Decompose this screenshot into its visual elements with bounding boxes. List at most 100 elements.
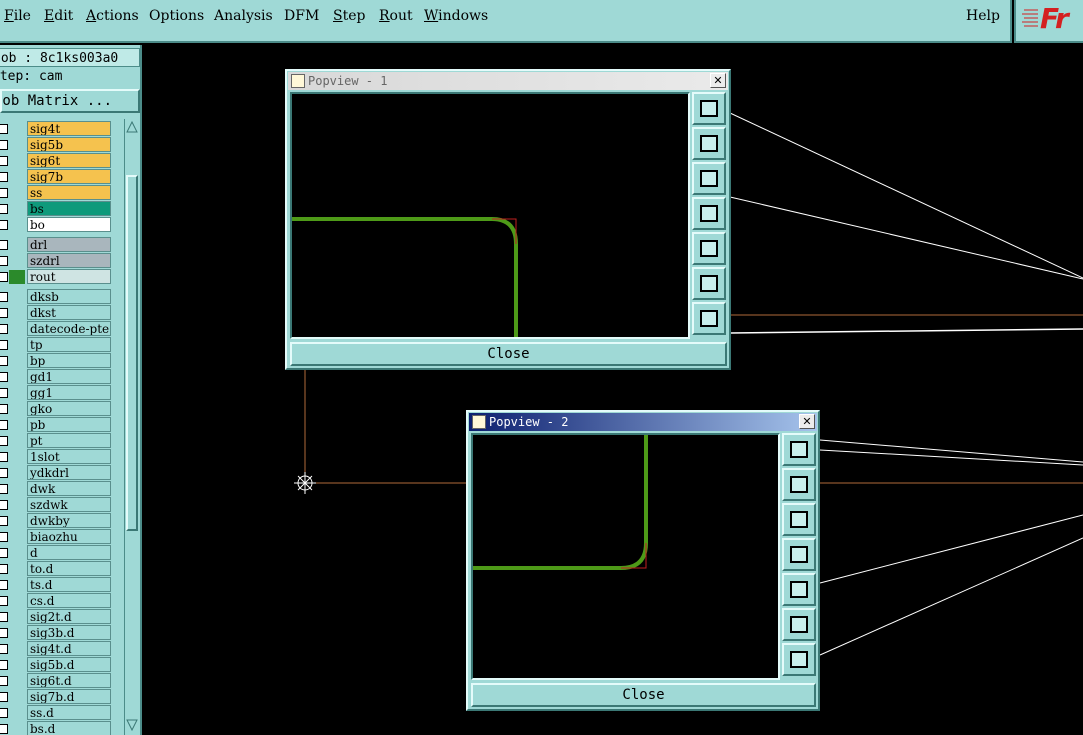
- layer-row[interactable]: sig6t.d: [0, 673, 112, 689]
- layer-row[interactable]: cs.d: [0, 593, 112, 609]
- layer-checkbox[interactable]: [0, 548, 8, 558]
- layer-row[interactable]: gko: [0, 401, 112, 417]
- popview-1-window[interactable]: Popview - 1 ✕ Close: [285, 69, 731, 370]
- zoom-window-button[interactable]: [692, 92, 726, 125]
- layer-checkbox[interactable]: [0, 532, 8, 542]
- layer-checkbox[interactable]: [0, 580, 8, 590]
- pan-right-button[interactable]: [692, 232, 726, 265]
- layer-row[interactable]: tp: [0, 337, 112, 353]
- layer-row[interactable]: biaozhu: [0, 529, 112, 545]
- layer-row[interactable]: dwkby: [0, 513, 112, 529]
- layer-name[interactable]: szdrl: [27, 253, 111, 268]
- layer-row[interactable]: sig5b: [0, 137, 112, 153]
- close-icon[interactable]: ✕: [799, 414, 815, 429]
- layer-checkbox[interactable]: [0, 644, 8, 654]
- layer-checkbox[interactable]: [0, 564, 8, 574]
- layer-name[interactable]: sig6t.d: [27, 673, 111, 688]
- layer-checkbox[interactable]: [0, 172, 8, 182]
- layer-row[interactable]: sig6t: [0, 153, 112, 169]
- menu-step[interactable]: Step: [333, 8, 365, 24]
- layer-row[interactable]: sig7b.d: [0, 689, 112, 705]
- layer-checkbox[interactable]: [0, 708, 8, 718]
- layer-name[interactable]: dkst: [27, 305, 111, 320]
- zoom-in-button[interactable]: [692, 302, 726, 335]
- layer-name[interactable]: bp: [27, 353, 111, 368]
- layer-checkbox[interactable]: [0, 436, 8, 446]
- layer-name[interactable]: cs.d: [27, 593, 111, 608]
- menu-edit[interactable]: Edit: [44, 8, 73, 24]
- scrollbar-thumb[interactable]: [126, 175, 138, 531]
- layer-checkbox[interactable]: [0, 308, 8, 318]
- menu-file[interactable]: File: [4, 8, 31, 24]
- layer-row[interactable]: sig3b.d: [0, 625, 112, 641]
- layer-row[interactable]: ydkdrl: [0, 465, 112, 481]
- zoom-window-button[interactable]: [782, 433, 816, 466]
- layer-checkbox[interactable]: [0, 340, 8, 350]
- popview-1-close-button[interactable]: Close: [290, 342, 727, 366]
- scroll-up-arrow-icon[interactable]: [126, 121, 138, 133]
- layer-checkbox[interactable]: [0, 612, 8, 622]
- layer-name[interactable]: sig5b.d: [27, 657, 111, 672]
- layer-name[interactable]: bs.d: [27, 721, 111, 735]
- layer-row[interactable]: bs.d: [0, 721, 112, 735]
- layer-name[interactable]: drl: [27, 237, 111, 252]
- layer-checkbox[interactable]: [0, 452, 8, 462]
- layer-name[interactable]: sig2t.d: [27, 609, 111, 624]
- menu-actions[interactable]: Actions: [86, 8, 139, 24]
- layer-name[interactable]: sig4t: [27, 121, 111, 136]
- popview-2-close-button[interactable]: Close: [471, 683, 816, 707]
- layer-row[interactable]: datecode-pte: [0, 321, 112, 337]
- layer-name[interactable]: datecode-pte: [27, 321, 111, 336]
- layer-name[interactable]: sig5b: [27, 137, 111, 152]
- layer-name[interactable]: szdwk: [27, 497, 111, 512]
- layer-name[interactable]: bo: [27, 217, 111, 232]
- popview-2-titlebar[interactable]: Popview - 2 ✕: [469, 413, 817, 431]
- layer-name[interactable]: sig7b.d: [27, 689, 111, 704]
- layer-name[interactable]: sig4t.d: [27, 641, 111, 656]
- layer-row[interactable]: drl: [0, 237, 112, 253]
- layer-checkbox[interactable]: [0, 372, 8, 382]
- pan-up-button[interactable]: [782, 468, 816, 501]
- layer-row[interactable]: sig2t.d: [0, 609, 112, 625]
- layer-checkbox[interactable]: [0, 220, 8, 230]
- zoom-out-button[interactable]: [782, 608, 816, 641]
- pan-left-button[interactable]: [692, 197, 726, 230]
- layer-checkbox[interactable]: [0, 156, 8, 166]
- menu-help[interactable]: Help: [966, 8, 1000, 24]
- layer-row[interactable]: pt: [0, 433, 112, 449]
- layer-row[interactable]: sig4t: [0, 121, 112, 137]
- layer-name[interactable]: sig3b.d: [27, 625, 111, 640]
- layer-row[interactable]: szdwk: [0, 497, 112, 513]
- layer-row[interactable]: szdrl: [0, 253, 112, 269]
- pan-up-button[interactable]: [692, 127, 726, 160]
- layer-name[interactable]: to.d: [27, 561, 111, 576]
- job-matrix-button[interactable]: Job Matrix ...: [0, 89, 140, 113]
- layer-name[interactable]: dwk: [27, 481, 111, 496]
- layer-name[interactable]: ss: [27, 185, 111, 200]
- layer-checkbox[interactable]: [0, 628, 8, 638]
- layer-checkbox[interactable]: [0, 404, 8, 414]
- layer-checkbox[interactable]: [0, 324, 8, 334]
- popview-2-viewport[interactable]: [471, 433, 780, 680]
- layer-name[interactable]: dwkby: [27, 513, 111, 528]
- popview-2-window[interactable]: Popview - 2 ✕ Close: [466, 410, 820, 711]
- layer-row[interactable]: dwk: [0, 481, 112, 497]
- layer-name[interactable]: bs: [27, 201, 111, 216]
- window-icon[interactable]: [291, 74, 305, 88]
- zoom-out-button[interactable]: [692, 267, 726, 300]
- layer-row[interactable]: gg1: [0, 385, 112, 401]
- layer-name[interactable]: ss.d: [27, 705, 111, 720]
- layer-checkbox[interactable]: [0, 204, 8, 214]
- layer-name[interactable]: rout: [27, 269, 111, 284]
- layer-name[interactable]: gko: [27, 401, 111, 416]
- scroll-down-arrow-icon[interactable]: [126, 719, 138, 731]
- zoom-in-button[interactable]: [782, 643, 816, 676]
- layer-checkbox[interactable]: [0, 124, 8, 134]
- layer-checkbox[interactable]: [0, 420, 8, 430]
- layer-row[interactable]: pb: [0, 417, 112, 433]
- layer-checkbox[interactable]: [0, 292, 8, 302]
- layer-checkbox[interactable]: [0, 356, 8, 366]
- menu-options[interactable]: Options: [149, 8, 204, 24]
- layer-checkbox[interactable]: [0, 256, 8, 266]
- layer-row[interactable]: bp: [0, 353, 112, 369]
